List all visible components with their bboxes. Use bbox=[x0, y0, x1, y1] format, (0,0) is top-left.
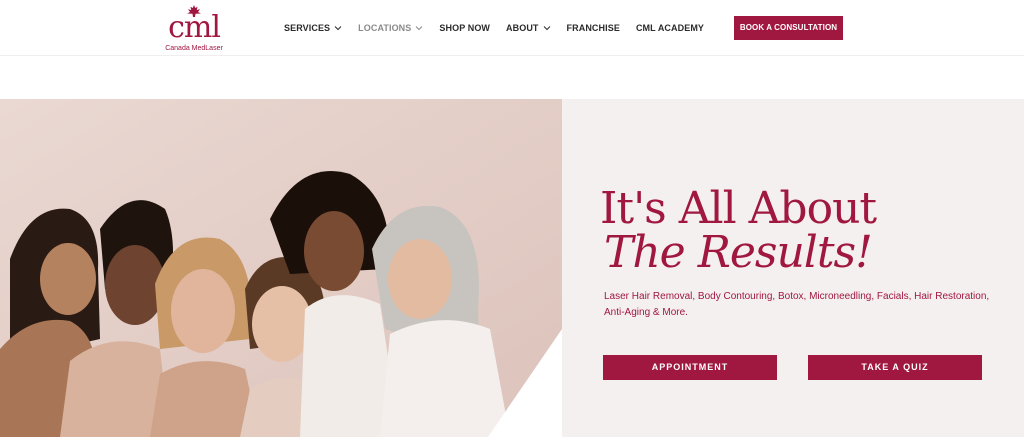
nav-item-services[interactable]: SERVICES bbox=[284, 23, 342, 33]
hero-headline-line2: The Results! bbox=[604, 227, 873, 278]
appointment-button[interactable]: APPOINTMENT bbox=[603, 355, 777, 380]
nav-item-locations[interactable]: LOCATIONS bbox=[358, 23, 423, 33]
nav-label: SHOP NOW bbox=[439, 23, 491, 33]
hero-headline-line1: It's All About bbox=[600, 183, 877, 234]
nav-label: SERVICES bbox=[284, 23, 331, 33]
group-of-women-photo bbox=[0, 99, 562, 437]
chevron-down-icon bbox=[334, 26, 342, 31]
nav-label: LOCATIONS bbox=[358, 23, 412, 33]
book-consultation-button[interactable]: BOOK A CONSULTATION bbox=[734, 16, 843, 40]
nav-label: FRANCHISE bbox=[566, 23, 620, 33]
chevron-down-icon bbox=[543, 26, 550, 31]
brand-logo[interactable]: cml Canada MedLaser bbox=[164, 5, 224, 53]
logo-mark: cml bbox=[168, 10, 221, 45]
nav-label: CML ACADEMY bbox=[635, 23, 705, 33]
chevron-down-icon bbox=[416, 26, 423, 31]
hero-section: It's All About The Results! Laser Hair R… bbox=[0, 99, 1024, 437]
nav-item-shop-now[interactable]: SHOP NOW bbox=[439, 23, 490, 33]
take-quiz-button[interactable]: TAKE A QUIZ bbox=[808, 355, 982, 380]
nav-label: ABOUT bbox=[506, 23, 539, 33]
nav-item-about[interactable]: ABOUT bbox=[506, 23, 551, 33]
main-nav: SERVICES LOCATIONS SHOP NOW ABOUT FRANCH… bbox=[284, 20, 720, 36]
nav-item-franchise[interactable]: FRANCHISE bbox=[567, 23, 620, 33]
hero-photo-illustration bbox=[0, 99, 562, 437]
nav-item-cml-academy[interactable]: CML ACADEMY bbox=[636, 23, 704, 33]
hero-services-text: Laser Hair Removal, Body Contouring, Bot… bbox=[604, 291, 990, 318]
logo-subtitle: Canada MedLaser bbox=[165, 45, 223, 52]
site-header: cml Canada MedLaser SERVICES LOCATIONS S… bbox=[0, 0, 1024, 56]
